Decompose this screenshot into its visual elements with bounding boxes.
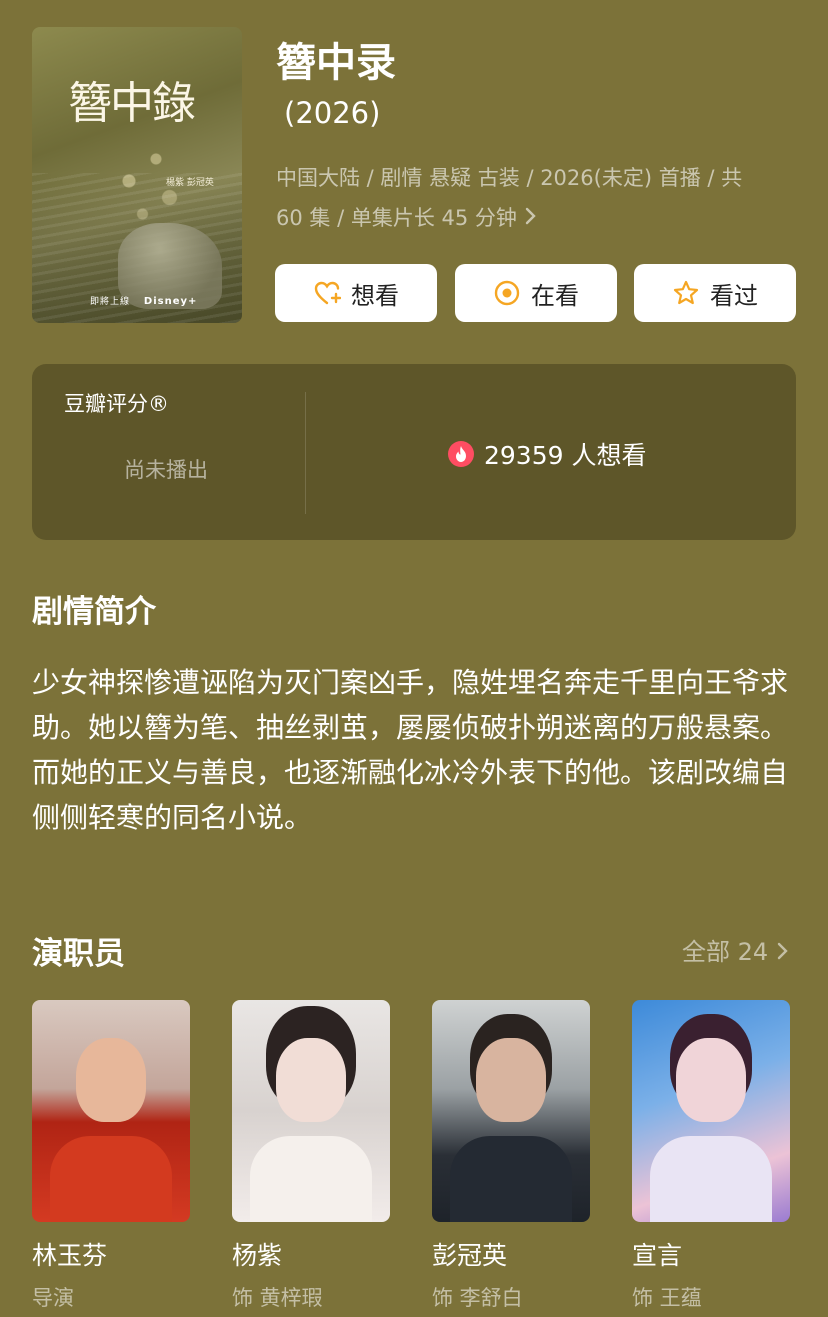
avatar — [32, 1000, 190, 1222]
want-count: 29359 人想看 — [448, 436, 646, 472]
show-meta-line1: 中国大陆 / 剧情 悬疑 古装 / 2026(未定) 首播 / 共 — [276, 166, 743, 190]
show-year: (2026) — [284, 96, 381, 130]
plot-section-title: 剧情简介 — [32, 594, 156, 630]
avatar — [432, 1000, 590, 1222]
cast-all-link[interactable]: 全部 24 — [682, 932, 790, 967]
want-label: 想看 — [351, 281, 399, 310]
cast-name: 彭冠英 — [432, 1241, 508, 1270]
poster-title-art: 簪中錄 — [68, 78, 196, 129]
plot-text: 少女神探惨遭诬陷为灭门案凶手，隐姓埋名奔走千里向王爷求助。她以簪为笔、抽丝剥茧，… — [32, 666, 789, 834]
rating-status: 尚未播出 — [124, 458, 208, 482]
star-icon — [673, 280, 699, 305]
show-meta-line2: 60 集 / 单集片长 45 分钟 — [276, 206, 517, 230]
watching-label: 在看 — [531, 281, 579, 310]
cast-role: 饰 李舒白 — [432, 1286, 523, 1310]
cast-name: 杨紫 — [232, 1241, 283, 1270]
poster-brand: Disney+ — [143, 296, 198, 307]
show-meta-line2-wrap: 60 集 / 单集片长 45 分钟 — [276, 198, 796, 238]
cast-name: 林玉芬 — [32, 1241, 108, 1270]
fire-icon — [448, 441, 474, 467]
cast-card[interactable]: 林玉芬 导演 — [32, 1000, 192, 1312]
rating-card[interactable]: 豆瓣评分® 尚未播出 29359 人想看 — [32, 364, 796, 540]
cast-name: 宣言 — [632, 1241, 683, 1270]
chevron-right-icon — [524, 206, 538, 230]
cast-card[interactable]: 宣言 饰 王蕴 — [632, 1000, 792, 1312]
show-title: 簪中录 — [276, 40, 396, 86]
want-count-text: 29359 人想看 — [484, 441, 647, 470]
cast-all-label: 全部 24 — [682, 938, 769, 966]
chevron-right-icon — [776, 938, 790, 966]
poster-cast-text: 楊紫 彭冠英 — [166, 178, 214, 188]
heart-plus-icon — [314, 281, 341, 305]
watching-button[interactable]: 在看 — [455, 264, 617, 322]
watched-button[interactable]: 看过 — [634, 264, 796, 322]
poster-footer-text: 即將上線 — [90, 297, 131, 307]
show-meta[interactable]: 中国大陆 / 剧情 悬疑 古装 / 2026(未定) 首播 / 共 60 集 /… — [276, 158, 796, 238]
cast-role: 导演 — [32, 1286, 74, 1310]
watched-label: 看过 — [710, 281, 758, 310]
watching-circle-icon — [494, 280, 520, 306]
rating-divider — [305, 392, 306, 514]
cast-role: 饰 黄梓瑕 — [232, 1286, 323, 1310]
cast-section-title: 演职员 — [32, 936, 125, 972]
avatar — [232, 1000, 390, 1222]
avatar — [632, 1000, 790, 1222]
cast-card[interactable]: 杨紫 饰 黄梓瑕 — [232, 1000, 392, 1312]
rating-label: 豆瓣评分® — [64, 392, 169, 416]
want-button[interactable]: 想看 — [275, 264, 437, 322]
poster-image[interactable]: 簪中錄 楊紫 彭冠英 即將上線 Disney+ — [32, 27, 242, 323]
cast-role: 饰 王蕴 — [632, 1286, 702, 1310]
poster-footer: 即將上線 Disney+ — [90, 294, 197, 307]
cast-card[interactable]: 彭冠英 饰 李舒白 — [432, 1000, 592, 1312]
